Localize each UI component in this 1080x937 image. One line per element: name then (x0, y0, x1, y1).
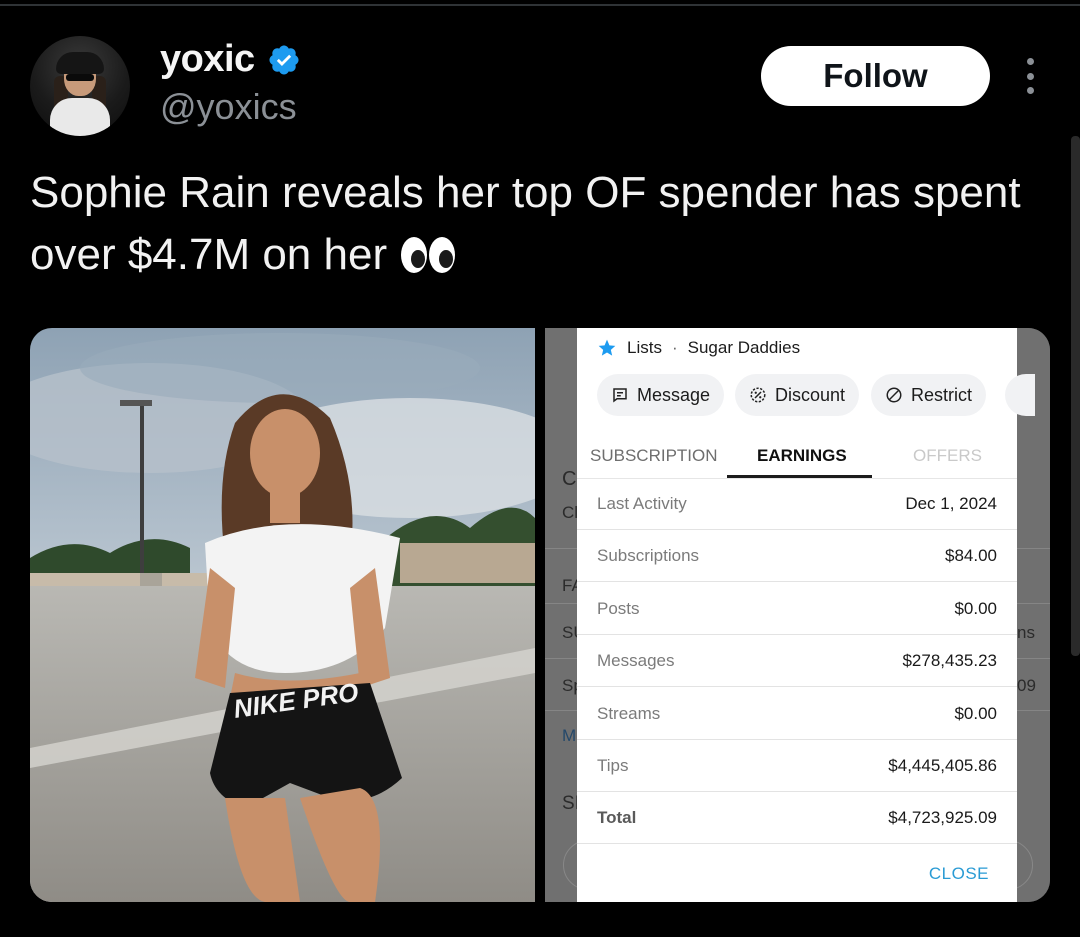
message-icon (613, 388, 627, 403)
more-options-icon[interactable] (1020, 58, 1040, 94)
background-text: M (562, 726, 577, 745)
avatar-glasses (66, 74, 94, 81)
row-value: $278,435.23 (902, 651, 997, 670)
row-label: Streams (597, 704, 661, 723)
earnings-row: Messages $278,435.23 (577, 635, 1017, 687)
verified-badge-icon (269, 44, 299, 75)
row-label: Total (597, 808, 637, 827)
separator-dot: · (671, 338, 678, 357)
star-icon (598, 339, 616, 356)
tab-offers[interactable]: OFFERS (913, 446, 982, 466)
tweet-text: Sophie Rain reveals her top OF spender h… (30, 162, 1030, 286)
photo-illustration: NIKE PRO (30, 328, 535, 902)
lists-row[interactable]: Lists · Sugar Daddies (597, 338, 800, 358)
top-divider (0, 4, 1080, 6)
row-value: $4,445,405.86 (888, 756, 997, 775)
author-name-row: yoxic (160, 38, 301, 81)
tweet-photo-right[interactable]: C Cl FA SU Sp M SI ns 09 Lists · Sugar D… (545, 328, 1050, 902)
tweet-photo-left[interactable]: NIKE PRO (30, 328, 535, 902)
row-label: Tips (597, 756, 629, 775)
message-chip[interactable]: Message (597, 374, 725, 416)
background-text: Cl (562, 503, 579, 522)
row-value: $84.00 (945, 546, 997, 565)
background-text: C (562, 468, 577, 490)
row-value: $0.00 (954, 704, 997, 723)
restrict-chip-label: Restrict (911, 384, 973, 405)
discount-chip[interactable]: Discount (735, 374, 860, 416)
message-chip-label: Message (637, 384, 711, 405)
restrict-chip[interactable]: Restrict (871, 374, 987, 416)
earnings-row: Streams $0.00 (577, 688, 1017, 740)
earnings-row: Subscriptions $84.00 (577, 530, 1017, 582)
discount-icon (750, 387, 766, 403)
tab-subscription[interactable]: SUBSCRIPTION (590, 446, 718, 466)
row-value: Dec 1, 2024 (905, 494, 997, 513)
row-label: Posts (597, 599, 640, 618)
list-name: Sugar Daddies (687, 338, 801, 357)
restrict-icon (886, 387, 902, 403)
tab-earnings[interactable]: EARNINGS (757, 446, 847, 466)
row-label: Last Activity (597, 494, 687, 513)
row-value: $0.00 (954, 599, 997, 618)
more-chip-partial[interactable] (1005, 374, 1035, 416)
earnings-row: Last Activity Dec 1, 2024 (577, 478, 1017, 530)
author-avatar[interactable] (30, 36, 130, 136)
avatar-cap (56, 52, 104, 74)
eyes-emoji-icon (401, 237, 456, 273)
author-display-name[interactable]: yoxic (160, 38, 255, 81)
discount-chip-label: Discount (775, 384, 846, 405)
close-button[interactable]: CLOSE (929, 864, 989, 884)
earnings-row: Posts $0.00 (577, 583, 1017, 635)
lists-label: Lists (627, 338, 662, 357)
follow-button[interactable]: Follow (761, 46, 990, 106)
background-text: ns (1017, 623, 1035, 642)
scrollbar[interactable] (1071, 136, 1080, 656)
row-label: Subscriptions (597, 546, 700, 565)
background-text: 09 (1017, 676, 1036, 695)
tweet-body: Sophie Rain reveals her top OF spender h… (30, 168, 1021, 279)
row-label: Messages (597, 651, 675, 670)
earnings-dialog: Lists · Sugar Daddies Message Discount R… (577, 328, 1035, 902)
earnings-row: Tips $4,445,405.86 (577, 740, 1017, 792)
row-value: $4,723,925.09 (888, 808, 997, 827)
earnings-total-row: Total $4,723,925.09 (577, 792, 1017, 844)
author-handle[interactable]: @yoxics (160, 86, 297, 128)
avatar-shirt (50, 98, 110, 136)
